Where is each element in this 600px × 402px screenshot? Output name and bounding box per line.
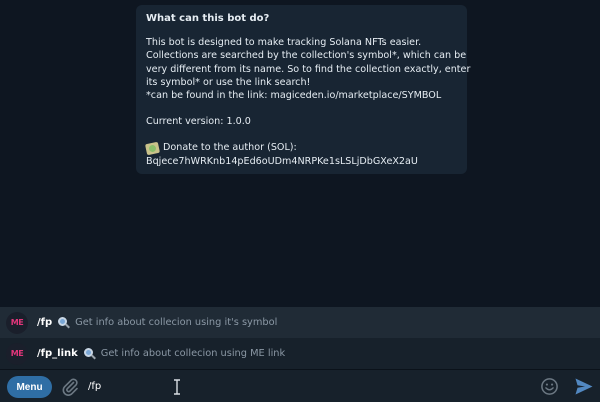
magnifier-icon [58,316,71,329]
description-line: *can be found in the link: magiceden.io/… [146,90,442,102]
message-input[interactable]: /fp [88,378,528,396]
donate-row: Donate to the author (SOL): [144,141,457,155]
send-icon[interactable] [574,377,594,396]
magnifier-icon [83,347,96,360]
avatar: ME [6,311,28,334]
donate-label: Donate to the author (SOL): [163,142,297,154]
donate-address[interactable]: Bqjece7hWRKnb14pEd6oUDm4NRPKe1sLSLjDbGXe… [146,155,457,168]
version-text: Current version: 1.0.0 [146,116,251,128]
command-item-fp-link[interactable]: ME /fp_link Get info about collecion usi… [0,338,600,369]
command-description: Get info about collecion using ME link [100,348,286,359]
message-composer: Menu /fp [0,369,600,402]
smiley-icon[interactable] [540,377,559,396]
command-description: Get info about collecion using it's symb… [75,317,278,328]
description-line: very different from its name. So to find… [146,63,471,75]
description-line: its symbol* or use the link search! [146,76,311,88]
text-cursor-icon [174,379,180,395]
bot-description-title: What can this bot do? [146,13,270,24]
money-with-wings-icon [144,141,161,155]
command-name: /fp_link [37,348,78,359]
bot-description-card: What can this bot do? This bot is design… [136,5,471,174]
menu-button[interactable]: Menu [7,376,52,398]
description-line: This bot is designed to make tracking So… [146,37,422,49]
command-name: /fp [37,317,53,328]
command-item-fp[interactable]: ME /fp Get info about collecion using it… [0,307,600,338]
description-line: Collections are searched by the collecti… [146,50,467,62]
bot-command-list: ME /fp Get info about collecion using it… [0,307,600,369]
paperclip-icon[interactable] [60,376,80,396]
avatar: ME [6,342,28,365]
